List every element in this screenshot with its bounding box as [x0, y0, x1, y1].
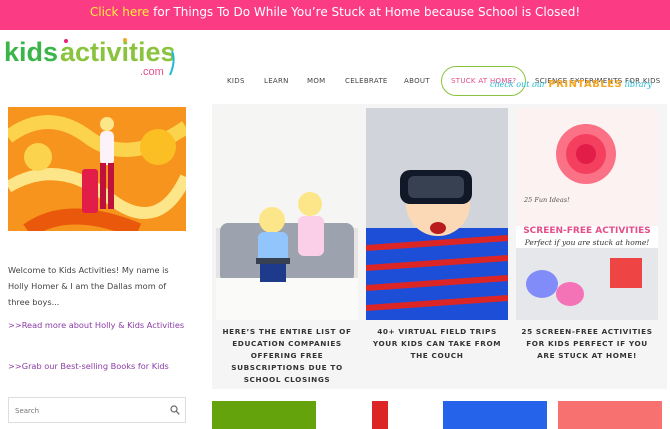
top-banner: Click here for Things To Do While You’re… [0, 0, 670, 30]
card-image-graphic [516, 108, 658, 320]
svg-text:kids: kids [4, 37, 58, 67]
nav-mom[interactable]: Mom [307, 66, 326, 96]
printables-text-3: library [622, 80, 652, 89]
search-icon[interactable] [170, 405, 180, 415]
card-image-graphic [216, 108, 358, 320]
card-title[interactable]: 25 Screen-Free Activities for Kids Perfe… [516, 326, 658, 362]
printables-library-link[interactable]: check out our PRINTABLES library [490, 72, 662, 90]
screen-free-heading: SCREEN-FREE ACTIVITIES [523, 226, 651, 236]
card-image[interactable]: 25 Fun Ideas! SCREEN-FREE ACTIVITIES Per… [516, 108, 658, 320]
screen-free-fun-ideas: 25 Fun Ideas! [524, 196, 570, 204]
thumb-blue[interactable] [443, 401, 547, 429]
printables-text-2: PRINTABLES [548, 79, 623, 90]
author-photo-graphic [8, 107, 186, 231]
banner-text: for Things To Do While You’re Stuck at H… [149, 5, 581, 19]
sidebar-link-books[interactable]: >>Grab our Best-selling Books for Kids [8, 359, 186, 374]
sidebar-link-about[interactable]: >>Read more about Holly & Kids Activitie… [8, 318, 186, 333]
card-image[interactable] [216, 108, 358, 320]
thumb-outdoor[interactable] [212, 401, 316, 429]
banner-click-here-link[interactable]: Click here [90, 5, 149, 19]
card-title[interactable]: 40+ Virtual Field Trips Your Kids Can Ta… [366, 326, 508, 362]
screen-free-subheading: Perfect if you are stuck at home! [524, 238, 650, 247]
thumb-pink[interactable] [558, 401, 662, 429]
search-input[interactable] [9, 399, 159, 423]
card-virtual-field-trips[interactable]: 40+ Virtual Field Trips Your Kids Can Ta… [366, 108, 508, 362]
card-education-companies[interactable]: Here’s the Entire List of Education Comp… [216, 108, 358, 386]
author-photo[interactable] [8, 107, 186, 231]
sidebar-intro: Welcome to Kids Activities! My name is H… [8, 265, 169, 307]
printables-text-1: check out our [490, 80, 549, 89]
sidebar [8, 107, 186, 231]
nav-about[interactable]: About [404, 66, 430, 96]
card-image[interactable] [366, 108, 508, 320]
nav-learn[interactable]: Learn [264, 66, 289, 96]
thumb-red-item[interactable] [372, 401, 388, 429]
nav-kids[interactable]: Kids [227, 66, 245, 96]
svg-text:activities: activities [60, 37, 176, 67]
card-screen-free-activities[interactable]: 25 Fun Ideas! SCREEN-FREE ACTIVITIES Per… [516, 108, 658, 362]
card-image-graphic [366, 108, 508, 320]
search-box [8, 397, 186, 423]
card-title[interactable]: Here’s the Entire List of Education Comp… [216, 326, 358, 386]
nav-celebrate[interactable]: Celebrate [345, 66, 388, 96]
